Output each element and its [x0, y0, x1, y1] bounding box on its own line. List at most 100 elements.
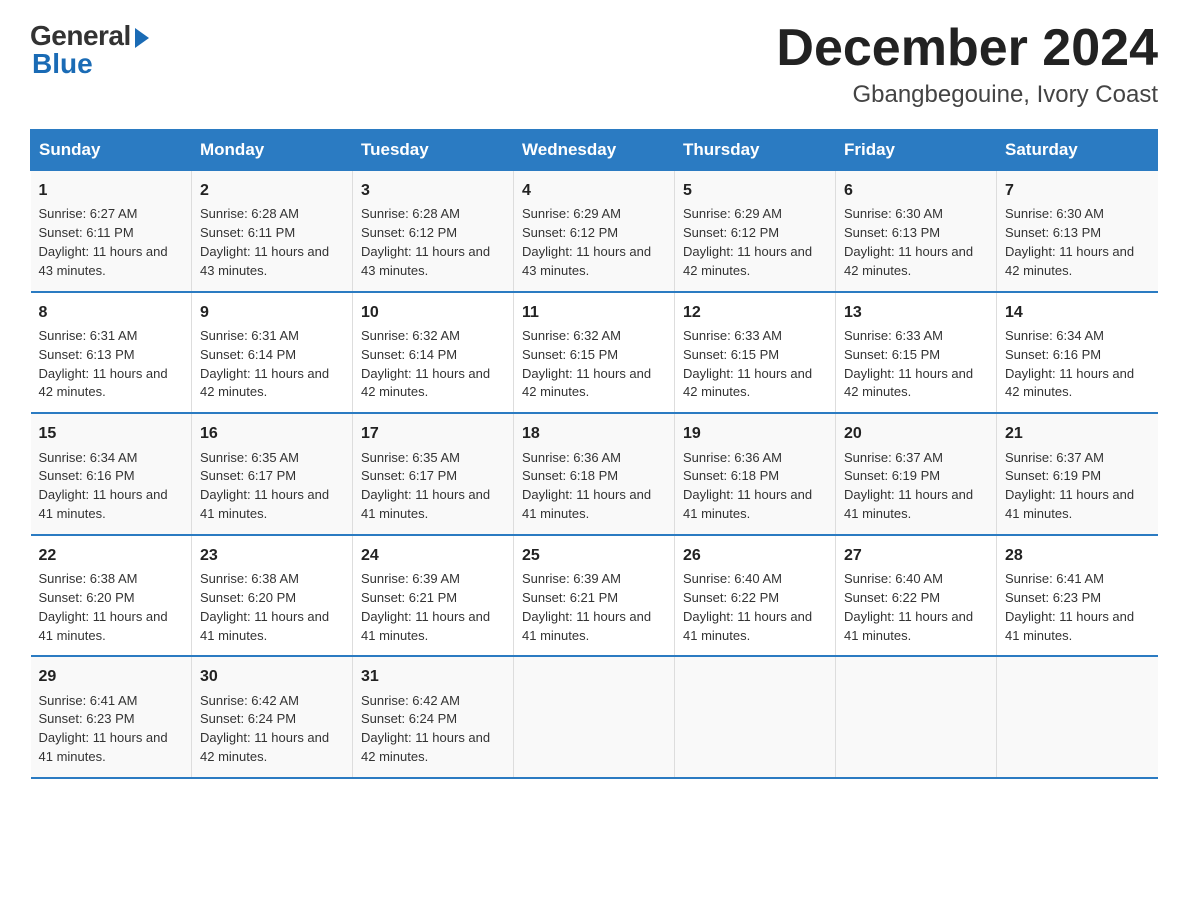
day-info: Sunrise: 6:41 AMSunset: 6:23 PMDaylight:… [1005, 570, 1150, 645]
day-number: 17 [361, 422, 505, 445]
day-number: 23 [200, 544, 344, 567]
column-header-tuesday: Tuesday [353, 130, 514, 171]
column-header-wednesday: Wednesday [514, 130, 675, 171]
calendar-header-row: SundayMondayTuesdayWednesdayThursdayFrid… [31, 130, 1158, 171]
day-number: 7 [1005, 179, 1150, 202]
day-info: Sunrise: 6:33 AMSunset: 6:15 PMDaylight:… [683, 327, 827, 402]
calendar-cell: 16 Sunrise: 6:35 AMSunset: 6:17 PMDayligh… [192, 413, 353, 535]
calendar-week-row: 8Sunrise: 6:31 AMSunset: 6:13 PMDaylight… [31, 292, 1158, 414]
calendar-table: SundayMondayTuesdayWednesdayThursdayFrid… [30, 129, 1158, 779]
calendar-week-row: 29 Sunrise: 6:41 AMSunset: 6:23 PMDayligh… [31, 656, 1158, 778]
day-info: Sunrise: 6:34 AMSunset: 6:16 PMDaylight:… [1005, 327, 1150, 402]
day-number: 3 [361, 179, 505, 202]
title-block: December 2024 Gbangbegouine, Ivory Coast [776, 20, 1158, 109]
day-info: Sunrise: 6:42 AMSunset: 6:24 PMDaylight:… [361, 692, 505, 767]
day-number: 13 [844, 301, 988, 324]
day-info: Sunrise: 6:36 AMSunset: 6:18 PMDaylight:… [522, 449, 666, 524]
day-number: 31 [361, 665, 505, 688]
day-number: 21 [1005, 422, 1150, 445]
calendar-cell: 5 Sunrise: 6:29 AMSunset: 6:12 PMDaylight… [675, 171, 836, 292]
day-info: Sunrise: 6:32 AMSunset: 6:15 PMDaylight:… [522, 327, 666, 402]
calendar-cell: 6Sunrise: 6:30 AMSunset: 6:13 PMDaylight… [836, 171, 997, 292]
calendar-cell: 17 Sunrise: 6:35 AMSunset: 6:17 PMDayligh… [353, 413, 514, 535]
day-info: Sunrise: 6:40 AMSunset: 6:22 PMDaylight:… [844, 570, 988, 645]
day-number: 14 [1005, 301, 1150, 324]
logo-arrow-icon [135, 28, 149, 48]
calendar-cell: 14 Sunrise: 6:34 AMSunset: 6:16 PMDayligh… [997, 292, 1158, 414]
day-info: Sunrise: 6:28 AMSunset: 6:12 PMDaylight:… [361, 205, 505, 280]
calendar-cell: 24 Sunrise: 6:39 AMSunset: 6:21 PMDayligh… [353, 535, 514, 657]
day-info: Sunrise: 6:35 AMSunset: 6:17 PMDaylight:… [200, 449, 344, 524]
day-number: 2 [200, 179, 344, 202]
calendar-cell: 23 Sunrise: 6:38 AMSunset: 6:20 PMDayligh… [192, 535, 353, 657]
day-number: 20 [844, 422, 988, 445]
day-info: Sunrise: 6:36 AMSunset: 6:18 PMDaylight:… [683, 449, 827, 524]
calendar-cell: 26 Sunrise: 6:40 AMSunset: 6:22 PMDayligh… [675, 535, 836, 657]
page-header: General Blue December 2024 Gbangbegouine… [30, 20, 1158, 109]
calendar-cell: 1 Sunrise: 6:27 AMSunset: 6:11 PMDaylight… [31, 171, 192, 292]
calendar-cell: 12 Sunrise: 6:33 AMSunset: 6:15 PMDayligh… [675, 292, 836, 414]
calendar-week-row: 22Sunrise: 6:38 AMSunset: 6:20 PMDayligh… [31, 535, 1158, 657]
calendar-cell: 19 Sunrise: 6:36 AMSunset: 6:18 PMDayligh… [675, 413, 836, 535]
day-info: Sunrise: 6:38 AMSunset: 6:20 PMDaylight:… [39, 570, 184, 645]
day-number: 18 [522, 422, 666, 445]
day-number: 11 [522, 301, 666, 324]
day-info: Sunrise: 6:39 AMSunset: 6:21 PMDaylight:… [361, 570, 505, 645]
day-info: Sunrise: 6:34 AMSunset: 6:16 PMDaylight:… [39, 449, 184, 524]
calendar-cell [997, 656, 1158, 778]
day-info: Sunrise: 6:29 AMSunset: 6:12 PMDaylight:… [683, 205, 827, 280]
day-info: Sunrise: 6:31 AMSunset: 6:14 PMDaylight:… [200, 327, 344, 402]
day-info: Sunrise: 6:42 AMSunset: 6:24 PMDaylight:… [200, 692, 344, 767]
calendar-cell: 29 Sunrise: 6:41 AMSunset: 6:23 PMDayligh… [31, 656, 192, 778]
day-number: 4 [522, 179, 666, 202]
day-number: 19 [683, 422, 827, 445]
calendar-cell: 4 Sunrise: 6:29 AMSunset: 6:12 PMDaylight… [514, 171, 675, 292]
day-number: 16 [200, 422, 344, 445]
day-number: 30 [200, 665, 344, 688]
day-info: Sunrise: 6:29 AMSunset: 6:12 PMDaylight:… [522, 205, 666, 280]
day-info: Sunrise: 6:33 AMSunset: 6:15 PMDaylight:… [844, 327, 988, 402]
day-number: 24 [361, 544, 505, 567]
calendar-week-row: 15 Sunrise: 6:34 AMSunset: 6:16 PMDayligh… [31, 413, 1158, 535]
day-number: 27 [844, 544, 988, 567]
calendar-cell: 25 Sunrise: 6:39 AMSunset: 6:21 PMDayligh… [514, 535, 675, 657]
day-number: 12 [683, 301, 827, 324]
logo-blue-text: Blue [30, 48, 93, 80]
calendar-cell: 20 Sunrise: 6:37 AMSunset: 6:19 PMDayligh… [836, 413, 997, 535]
calendar-cell: 22Sunrise: 6:38 AMSunset: 6:20 PMDayligh… [31, 535, 192, 657]
day-number: 6 [844, 179, 988, 202]
logo: General Blue [30, 20, 149, 80]
calendar-cell: 28Sunrise: 6:41 AMSunset: 6:23 PMDayligh… [997, 535, 1158, 657]
calendar-cell: 11 Sunrise: 6:32 AMSunset: 6:15 PMDayligh… [514, 292, 675, 414]
column-header-saturday: Saturday [997, 130, 1158, 171]
day-number: 9 [200, 301, 344, 324]
day-number: 1 [39, 179, 184, 202]
day-info: Sunrise: 6:30 AMSunset: 6:13 PMDaylight:… [1005, 205, 1150, 280]
day-number: 25 [522, 544, 666, 567]
day-info: Sunrise: 6:37 AMSunset: 6:19 PMDaylight:… [844, 449, 988, 524]
location-subtitle: Gbangbegouine, Ivory Coast [776, 81, 1158, 109]
day-number: 15 [39, 422, 184, 445]
calendar-cell: 3 Sunrise: 6:28 AMSunset: 6:12 PMDaylight… [353, 171, 514, 292]
day-info: Sunrise: 6:39 AMSunset: 6:21 PMDaylight:… [522, 570, 666, 645]
calendar-cell: 31 Sunrise: 6:42 AMSunset: 6:24 PMDayligh… [353, 656, 514, 778]
month-title: December 2024 [776, 20, 1158, 77]
day-info: Sunrise: 6:40 AMSunset: 6:22 PMDaylight:… [683, 570, 827, 645]
calendar-cell: 27 Sunrise: 6:40 AMSunset: 6:22 PMDayligh… [836, 535, 997, 657]
calendar-cell: 18 Sunrise: 6:36 AMSunset: 6:18 PMDayligh… [514, 413, 675, 535]
day-info: Sunrise: 6:31 AMSunset: 6:13 PMDaylight:… [39, 327, 184, 402]
day-info: Sunrise: 6:27 AMSunset: 6:11 PMDaylight:… [39, 205, 184, 280]
column-header-thursday: Thursday [675, 130, 836, 171]
day-info: Sunrise: 6:41 AMSunset: 6:23 PMDaylight:… [39, 692, 184, 767]
day-number: 29 [39, 665, 184, 688]
day-number: 26 [683, 544, 827, 567]
calendar-cell: 2Sunrise: 6:28 AMSunset: 6:11 PMDaylight… [192, 171, 353, 292]
day-info: Sunrise: 6:32 AMSunset: 6:14 PMDaylight:… [361, 327, 505, 402]
day-number: 5 [683, 179, 827, 202]
calendar-cell: 15 Sunrise: 6:34 AMSunset: 6:16 PMDayligh… [31, 413, 192, 535]
day-info: Sunrise: 6:35 AMSunset: 6:17 PMDaylight:… [361, 449, 505, 524]
calendar-cell: 10Sunrise: 6:32 AMSunset: 6:14 PMDayligh… [353, 292, 514, 414]
day-info: Sunrise: 6:38 AMSunset: 6:20 PMDaylight:… [200, 570, 344, 645]
calendar-cell [836, 656, 997, 778]
calendar-cell: 7 Sunrise: 6:30 AMSunset: 6:13 PMDaylight… [997, 171, 1158, 292]
